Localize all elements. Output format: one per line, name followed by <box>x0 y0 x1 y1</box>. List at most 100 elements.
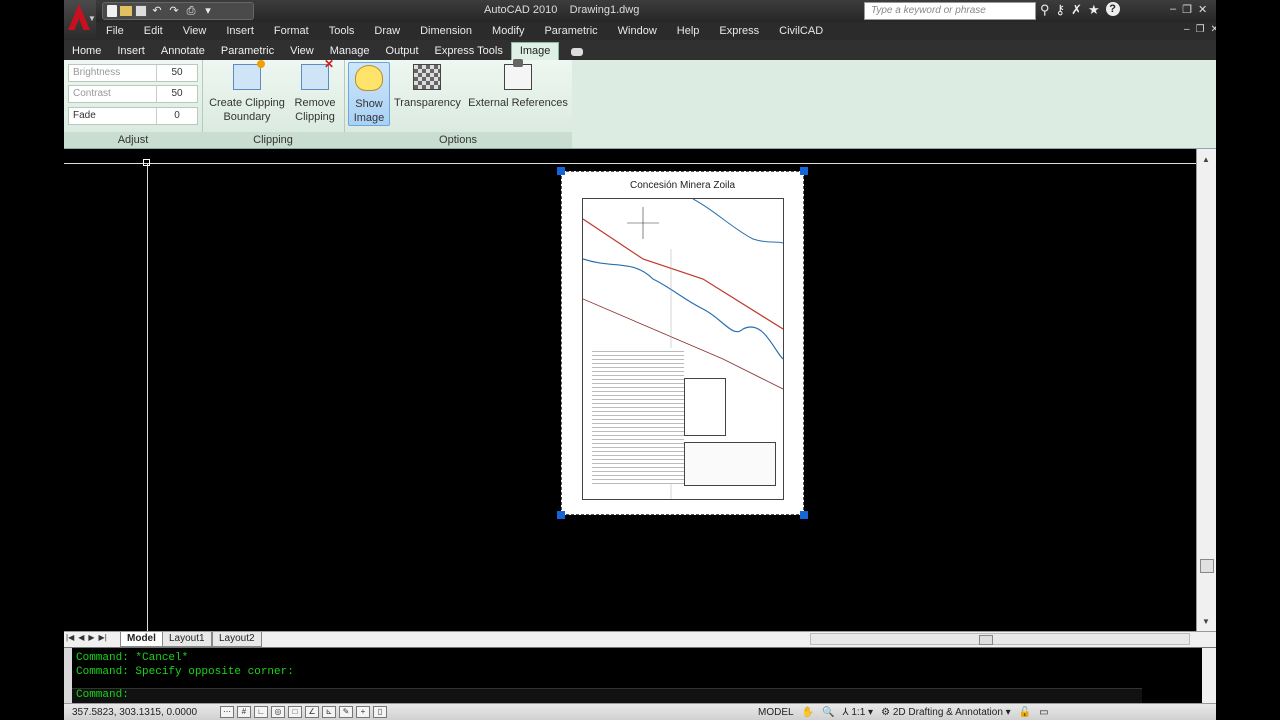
prev-tab-icon[interactable]: ◀ <box>78 633 84 642</box>
menu-express[interactable]: Express <box>709 25 769 37</box>
command-window-handle[interactable] <box>64 648 72 704</box>
show-image-label-1: Show <box>355 98 383 110</box>
polar-icon[interactable]: ◎ <box>271 706 285 718</box>
create-clipping-boundary-button[interactable]: Create Clipping Boundary <box>208 60 286 124</box>
model-space-toggle[interactable]: MODEL <box>758 707 794 718</box>
tab-image[interactable]: Image <box>510 42 560 60</box>
grip-bottom-right[interactable] <box>800 511 808 519</box>
lock-icon[interactable]: 🔓 <box>1019 707 1031 718</box>
tab-layout1[interactable]: Layout1 <box>162 632 212 647</box>
pan-icon[interactable]: ✋ <box>802 707 814 718</box>
raster-image[interactable]: Concesión Minera Zoila <box>561 171 804 515</box>
fade-field[interactable]: Fade 0 <box>68 107 198 125</box>
vertical-scroll-thumb[interactable] <box>1200 559 1214 573</box>
layout-tab-bar: |◀ ◀ ▶ ▶| Model Layout1 Layout2 <box>64 631 1216 647</box>
fade-value[interactable]: 0 <box>156 108 197 124</box>
menu-edit[interactable]: Edit <box>134 25 173 37</box>
vertical-scrollbar[interactable]: ▲ ▼ <box>1196 149 1216 631</box>
search-input[interactable]: Type a keyword or phrase <box>864 2 1036 20</box>
tab-layout2[interactable]: Layout2 <box>212 632 262 647</box>
new-icon[interactable] <box>107 5 117 17</box>
external-references-button[interactable]: External References <box>468 59 568 110</box>
horizontal-scroll-thumb[interactable] <box>979 635 993 645</box>
tab-express-tools[interactable]: Express Tools <box>427 42 511 60</box>
search-placeholder: Type a keyword or phrase <box>871 5 986 16</box>
menu-civilcad[interactable]: CivilCAD <box>769 25 833 37</box>
doc-restore-icon[interactable]: ❐ <box>1196 24 1205 35</box>
panel-clipping-title: Clipping <box>202 132 344 148</box>
otrack-icon[interactable]: ∠ <box>305 706 319 718</box>
workspace-switch-icon[interactable]: ⚙ 2D Drafting & Annotation ▾ <box>881 707 1011 718</box>
plot-icon[interactable]: ⎙ <box>184 5 198 18</box>
contrast-field[interactable]: Contrast 50 <box>68 85 198 103</box>
remove-clipping-button[interactable]: Remove Clipping <box>290 57 340 124</box>
transparency-button[interactable]: Transparency <box>394 62 461 110</box>
ribbon-empty-area <box>572 60 1216 148</box>
show-image-button[interactable]: Show Image <box>348 62 390 126</box>
dyn-icon[interactable]: ✎ <box>339 706 353 718</box>
tab-output[interactable]: Output <box>378 42 427 60</box>
next-tab-icon[interactable]: ▶ <box>88 633 94 642</box>
tab-home[interactable]: Home <box>64 42 109 60</box>
tab-model[interactable]: Model <box>120 632 163 647</box>
open-icon[interactable] <box>120 6 132 16</box>
menu-parametric[interactable]: Parametric <box>534 25 607 37</box>
save-icon[interactable] <box>135 5 147 17</box>
clean-screen-icon[interactable]: ▭ <box>1039 707 1048 718</box>
application-menu-button[interactable]: ▼ <box>64 0 96 40</box>
menu-draw[interactable]: Draw <box>364 25 410 37</box>
first-tab-icon[interactable]: |◀ <box>66 633 74 642</box>
ortho-icon[interactable]: ∟ <box>254 706 268 718</box>
grid-icon[interactable]: # <box>237 706 251 718</box>
menu-window[interactable]: Window <box>608 25 667 37</box>
tab-insert[interactable]: Insert <box>109 42 153 60</box>
menu-file[interactable]: File <box>96 25 134 37</box>
lineweight-icon[interactable]: + <box>356 706 370 718</box>
ribbon-minimize-icon[interactable] <box>571 48 584 56</box>
title-bar: ▼ ↶ ↷ ⎙ ▾ AutoCAD 2010 Drawing1.dwg ▸ Ty… <box>64 0 1216 40</box>
qp-icon[interactable]: ▯ <box>373 706 387 718</box>
brightness-value[interactable]: 50 <box>156 65 197 81</box>
command-scrollbar[interactable] <box>1202 648 1216 704</box>
menu-format[interactable]: Format <box>264 25 319 37</box>
doc-close-icon[interactable]: ✕ <box>1211 24 1216 35</box>
doc-minimize-icon[interactable]: – <box>1184 24 1190 35</box>
osnap-icon[interactable]: □ <box>288 706 302 718</box>
redo-icon[interactable]: ↷ <box>167 5 181 18</box>
horizontal-scrollbar[interactable] <box>810 633 1190 645</box>
restore-icon[interactable]: ❐ <box>1182 3 1192 16</box>
tab-annotate[interactable]: Annotate <box>153 42 213 60</box>
command-input[interactable]: Command: <box>72 688 1142 703</box>
zoom-icon[interactable]: 🔍 <box>822 707 834 718</box>
menu-insert[interactable]: Insert <box>216 25 264 37</box>
key-icon[interactable]: ⚷ <box>1056 2 1066 18</box>
scroll-up-icon[interactable]: ▲ <box>1202 155 1210 164</box>
qat-dropdown-icon[interactable]: ▾ <box>201 5 215 18</box>
last-tab-icon[interactable]: ▶| <box>99 633 107 642</box>
contrast-value[interactable]: 50 <box>156 86 197 102</box>
tab-parametric[interactable]: Parametric <box>213 42 282 60</box>
grip-top-left[interactable] <box>557 167 565 175</box>
menu-modify[interactable]: Modify <box>482 25 534 37</box>
undo-icon[interactable]: ↶ <box>150 5 164 18</box>
star-icon[interactable]: ★ <box>1088 2 1100 18</box>
menu-help[interactable]: Help <box>667 25 710 37</box>
scroll-down-icon[interactable]: ▼ <box>1202 617 1210 626</box>
command-prompt: Command: <box>76 689 129 701</box>
minimize-icon[interactable]: – <box>1170 3 1176 16</box>
menu-tools[interactable]: Tools <box>319 25 365 37</box>
menu-dimension[interactable]: Dimension <box>410 25 482 37</box>
tab-view[interactable]: View <box>282 42 322 60</box>
annotation-scale[interactable]: ⅄ 1:1 ▾ <box>842 707 873 718</box>
help-icon[interactable]: ? <box>1105 2 1120 16</box>
snap-icon[interactable]: ⋯ <box>220 706 234 718</box>
x-icon[interactable]: ✗ <box>1071 2 1082 18</box>
ducs-icon[interactable]: ⊾ <box>322 706 336 718</box>
binoculars-icon[interactable]: ⚲ <box>1040 2 1050 18</box>
drawing-area[interactable]: Concesión Minera Zoila <box>64 149 1196 631</box>
grip-bottom-left[interactable] <box>557 511 565 519</box>
close-icon[interactable]: ✕ <box>1198 3 1207 16</box>
grip-top-right[interactable] <box>800 167 808 175</box>
brightness-field[interactable]: Brightness 50 <box>68 64 198 82</box>
menu-view[interactable]: View <box>173 25 217 37</box>
